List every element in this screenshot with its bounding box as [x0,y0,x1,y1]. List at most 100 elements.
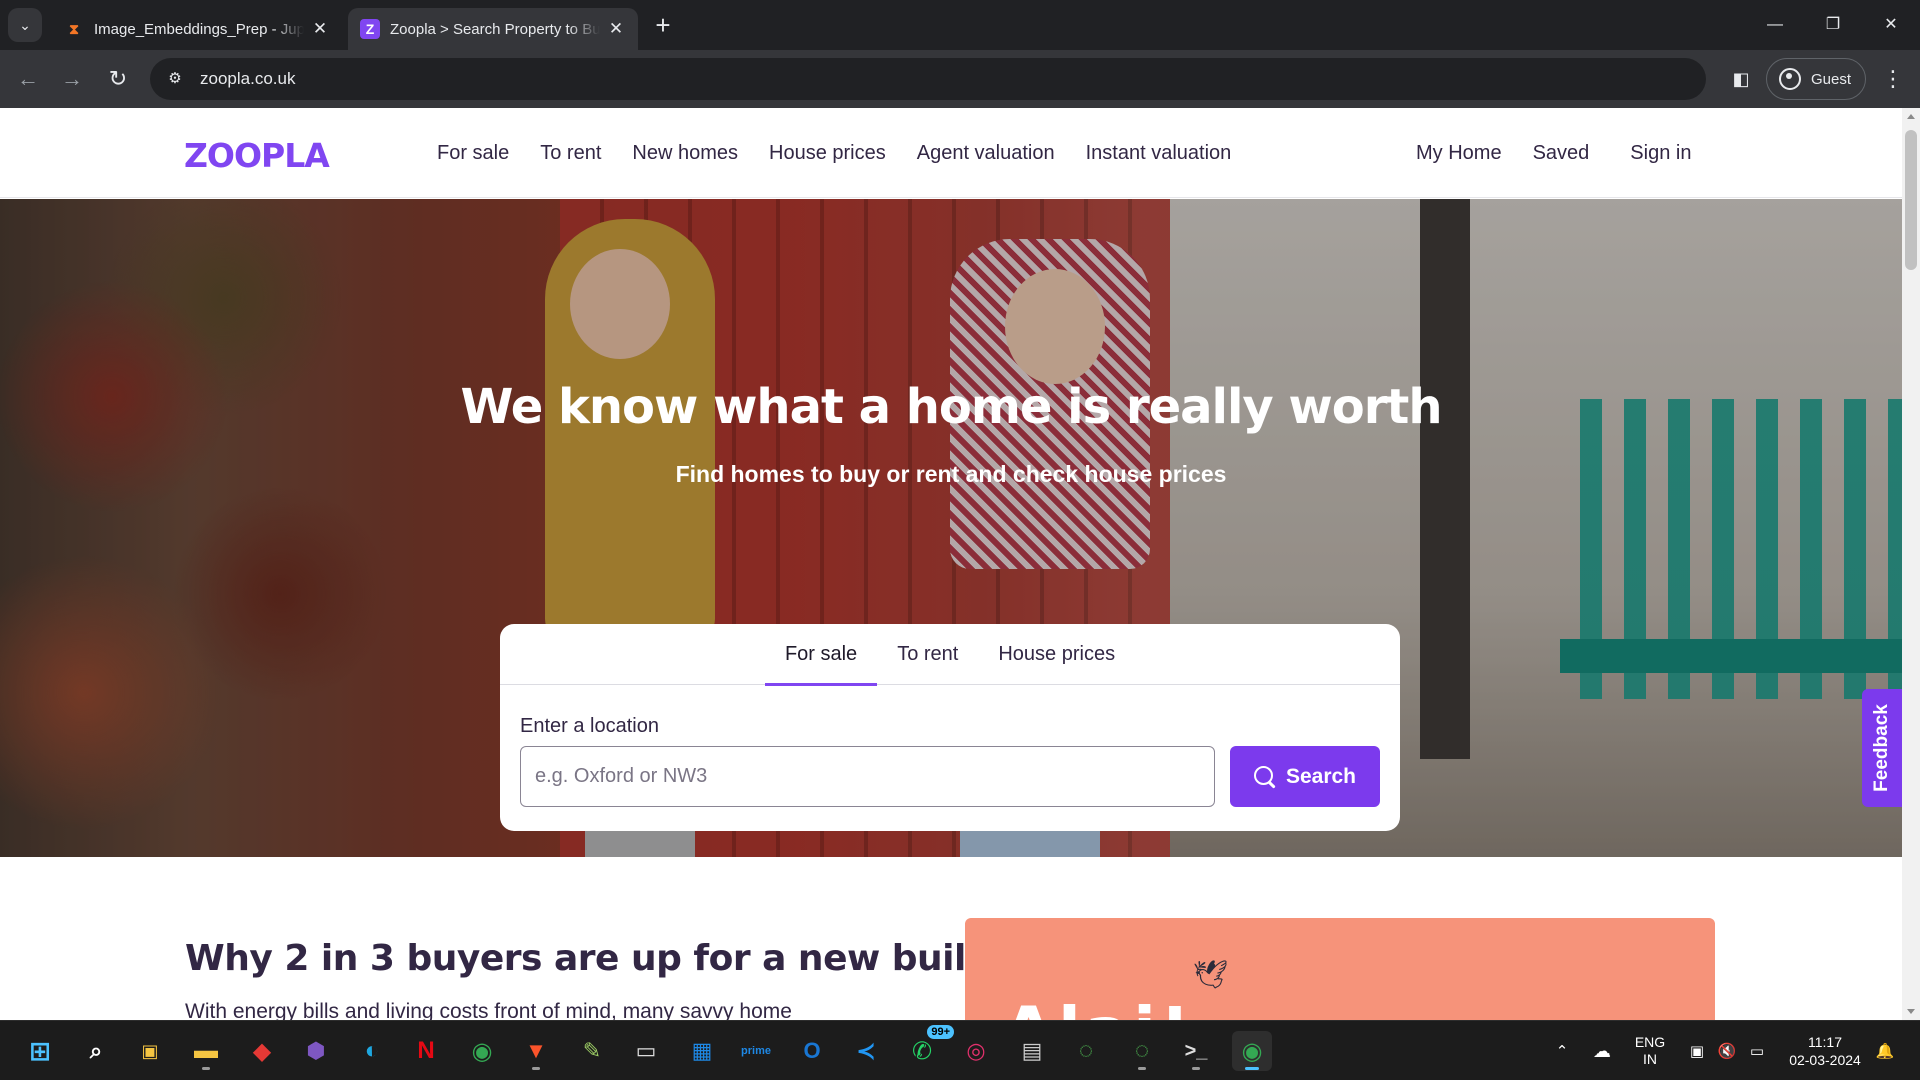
nav-for-sale[interactable]: For sale [437,142,509,165]
sign-in-link[interactable]: Sign in [1630,142,1691,165]
browser-toolbar: ← → ↻ ⚙ zoopla.co.uk ◧ Guest ⋮ [0,50,1920,108]
hero-title: We know what a home is really worth [460,379,1442,435]
kebab-menu-icon[interactable]: ⋮ [1876,63,1910,95]
tab-house-prices[interactable]: House prices [978,624,1135,685]
notepad-icon[interactable]: ✎ [572,1031,612,1071]
whatsapp-icon[interactable]: ✆ 99+ [902,1025,954,1071]
time: 11:17 [1808,1034,1842,1050]
account-circle-icon [1779,68,1801,90]
volume-muted-icon[interactable]: 🔇 [1714,1021,1740,1080]
nav-to-rent[interactable]: To rent [540,142,601,165]
tab-title: Zoopla > Search Property to Buy [390,20,600,38]
battery-icon[interactable]: ▭ [1744,1021,1770,1080]
tab-title: Image_Embeddings_Prep - Jupyter [94,20,304,38]
scroll-up-icon[interactable] [1907,114,1915,119]
window-close-icon[interactable]: ✕ [1868,8,1914,42]
search-icon [1253,765,1276,788]
close-icon[interactable]: ✕ [606,19,626,39]
notification-badge: 99+ [927,1025,954,1039]
reload-icon[interactable]: ↻ [100,61,136,97]
site-info-icon[interactable]: ⚙ [164,68,186,90]
tab-to-rent[interactable]: To rent [877,624,978,685]
user-nav: My Home Saved Sign in [1416,108,1691,198]
site-header: ZOOPLA For sale To rent New homes House … [0,108,1902,198]
windows-start-icon[interactable]: ⊞ [20,1031,60,1071]
search-panel: For sale To rent House prices Enter a lo… [500,624,1400,831]
browser-tab-strip: ⌄ ⧗ Image_Embeddings_Prep - Jupyter ✕ Z … [0,0,1920,50]
side-panel-icon[interactable]: ◧ [1726,63,1756,95]
network-icon[interactable]: ▣ [1684,1021,1710,1080]
scroll-down-icon[interactable] [1907,1009,1915,1014]
copilot-icon[interactable]: ⬢ [296,1031,336,1071]
powershell-icon[interactable]: >_ [1176,1031,1216,1071]
clock[interactable]: 11:17 02-03-2024 [1780,1021,1870,1080]
back-arrow-icon[interactable]: ← [10,61,46,97]
window-minimize-icon[interactable]: — [1752,8,1798,42]
feedback-tab[interactable]: Feedback [1862,689,1902,807]
new-tab-plus-icon[interactable]: + [648,10,678,40]
app-red-icon[interactable]: ◆ [242,1031,282,1071]
page-viewport: ZOOPLA For sale To rent New homes House … [0,108,1920,1020]
app-green-ring2-icon[interactable]: ◌ [1122,1031,1162,1071]
zoopla-favicon-icon: Z [360,19,380,39]
close-icon[interactable]: ✕ [310,19,330,39]
nav-my-home[interactable]: My Home [1416,142,1502,165]
prime-video-icon[interactable]: prime [736,1031,776,1071]
windows-taskbar: ⊞ ⌕ ▣ ▬ ◆ ⬢ ◐ N ◉ ▼ ✎ ▭ ▦ prime O ≺ ✆ 99+… [0,1020,1920,1080]
language-indicator[interactable]: ENG IN [1630,1021,1670,1080]
promo-card[interactable]: 🕊 Alai! [965,918,1715,1020]
hero-banner: We know what a home is really worth Find… [0,199,1902,857]
nav-new-homes[interactable]: New homes [632,142,738,165]
vscode-icon[interactable]: ≺ [846,1031,886,1071]
edge-icon[interactable]: ◐ [352,1031,392,1071]
app-dark-icon[interactable]: ▤ [1012,1031,1052,1071]
url-text[interactable]: zoopla.co.uk [200,69,295,89]
chevron-up-icon[interactable]: ⌃ [1550,1021,1574,1080]
profile-label: Guest [1811,70,1852,88]
feedback-label: Feedback [1871,704,1892,792]
browser-tab-zoopla[interactable]: Z Zoopla > Search Property to Buy ✕ [348,8,638,50]
nav-agent-valuation[interactable]: Agent valuation [917,142,1055,165]
outlook-icon[interactable]: O [792,1031,832,1071]
tab-for-sale[interactable]: For sale [764,624,878,686]
address-bar[interactable]: ⚙ zoopla.co.uk [150,58,1706,100]
location-input[interactable] [520,746,1215,807]
window-restore-icon[interactable]: ❐ [1810,8,1856,42]
page-scrollbar[interactable] [1902,108,1920,1020]
chrome-active-icon[interactable]: ◉ [1232,1031,1272,1071]
notification-bell-icon[interactable]: 🔔 [1872,1021,1898,1080]
search-icon[interactable]: ⌕ [76,1031,116,1071]
search-tabs: For sale To rent House prices [500,624,1400,686]
brave-icon[interactable]: ▼ [516,1031,556,1071]
profile-button[interactable]: Guest [1766,58,1866,100]
scroll-thumb[interactable] [1905,130,1917,270]
language-code: ENG [1634,1034,1666,1050]
hourglass-icon: ⧗ [69,20,79,37]
search-button-label: Search [1285,764,1357,788]
location-label: Enter a location [520,715,659,737]
bird-icon: 🕊 [1193,959,1229,990]
nav-instant-valuation[interactable]: Instant valuation [1086,142,1232,165]
netflix-icon[interactable]: N [406,1031,446,1071]
chrome-icon[interactable]: ◉ [462,1031,502,1071]
browser-tab-jupyter[interactable]: ⧗ Image_Embeddings_Prep - Jupyter ✕ [52,8,342,50]
section-text: With energy bills and living costs front… [185,1000,792,1020]
nav-house-prices[interactable]: House prices [769,142,886,165]
nav-saved[interactable]: Saved [1533,142,1590,165]
search-button[interactable]: Search [1230,746,1380,807]
onedrive-cloud-icon[interactable]: ☁ [1588,1021,1616,1080]
store-icon[interactable]: ▣ [130,1031,170,1071]
file-explorer-icon[interactable]: ▬ [186,1031,226,1071]
app-green-ring-icon[interactable]: ◌ [1066,1031,1106,1071]
zoopla-logo[interactable]: ZOOPLA [184,136,330,175]
tab-search-chevron-icon[interactable]: ⌄ [8,8,42,42]
promo-text: Alai! [1003,993,1194,1020]
date: 02-03-2024 [1789,1052,1861,1068]
instagram-icon[interactable]: ◎ [956,1031,996,1071]
app-blue-icon[interactable]: ▦ [682,1031,722,1071]
hero-subtitle: Find homes to buy or rent and check hous… [675,461,1227,487]
language-region: IN [1643,1051,1657,1067]
section-title: Why 2 in 3 buyers are up for a new build [185,938,992,979]
terminal-icon[interactable]: ▭ [626,1031,666,1071]
forward-arrow-icon[interactable]: → [54,61,90,97]
